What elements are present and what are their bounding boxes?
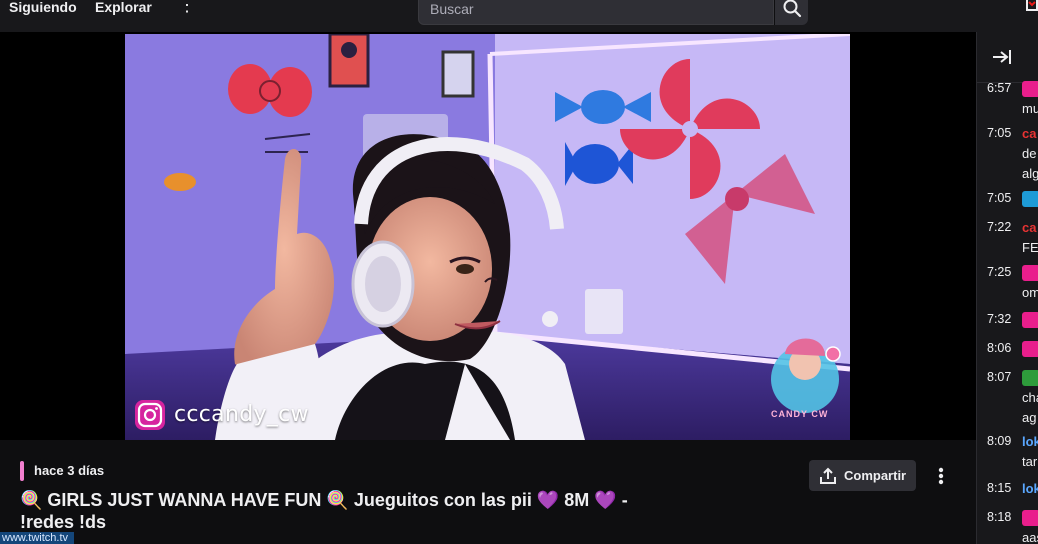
chat-username[interactable]: lok	[1022, 432, 1038, 451]
video-frame: cccandy_cw CANDY CW	[125, 34, 850, 440]
share-button[interactable]: Compartir	[809, 460, 916, 491]
chat-timestamp: 7:05	[987, 126, 1012, 140]
search-input[interactable]	[430, 1, 762, 17]
chat-username[interactable]: lok	[1022, 479, 1038, 498]
status-url: www.twitch.tv	[0, 532, 74, 544]
chat-timestamp: 8:18	[987, 510, 1012, 524]
chat-timestamp: 8:07	[987, 370, 1012, 384]
video-player[interactable]: cccandy_cw CANDY CW	[0, 32, 976, 440]
chat-timestamp: 8:09	[987, 434, 1012, 448]
heart-badge-icon	[1022, 265, 1038, 281]
chat-message-text: alg	[1022, 166, 1038, 181]
chat-timestamp: 8:06	[987, 341, 1012, 355]
share-icon	[820, 467, 836, 484]
chat-timestamp: 6:57	[987, 81, 1012, 95]
more-actions-icon[interactable]	[930, 462, 952, 490]
stream-scene	[125, 34, 850, 440]
nav-following-link[interactable]: Siguiendo	[9, 0, 77, 14]
chat-panel: 6:57 mu 7:05 ca de alg 7:05 7:22 ca FE 7…	[976, 32, 1038, 544]
top-nav-bar: Siguiendo Explorar ⋮	[0, 0, 1038, 32]
sword-badge-icon	[1022, 370, 1038, 386]
search-icon	[783, 0, 801, 17]
chat-timestamp: 7:05	[987, 191, 1012, 205]
collapse-chat-icon[interactable]	[989, 47, 1013, 67]
chat-message-text: om	[1022, 285, 1038, 300]
stream-title: 🍭 GIRLS JUST WANNA HAVE FUN 🍭 Jueguitos …	[20, 490, 628, 532]
heart-badge-icon	[1022, 341, 1038, 357]
inbox-icon[interactable]	[1026, 0, 1038, 12]
live-accent-bar	[20, 461, 24, 481]
chat-message-text: mu	[1022, 101, 1038, 116]
heart-badge-icon	[1022, 81, 1038, 97]
search-box	[418, 0, 774, 25]
chat-username[interactable]: ca	[1022, 218, 1036, 237]
instagram-handle-overlay: cccandy_cw	[174, 402, 309, 427]
search-button[interactable]	[774, 0, 808, 25]
nav-explore-link[interactable]: Explorar	[95, 0, 152, 14]
broadcast-date: hace 3 días	[34, 463, 105, 478]
chat-message-text: FE	[1022, 240, 1038, 255]
more-options-icon[interactable]: ⋮	[178, 0, 196, 16]
channel-logo-text: CANDY CW	[771, 409, 829, 419]
chat-timestamp: 8:15	[987, 481, 1012, 495]
heart-badge-icon	[1022, 312, 1038, 328]
stream-info-panel: hace 3 días 🍭 GIRLS JUST WANNA HAVE FUN …	[0, 440, 976, 544]
chat-timestamp: 7:25	[987, 265, 1012, 279]
chat-message-text: tar	[1022, 454, 1038, 469]
chat-message-text: ag	[1022, 410, 1037, 425]
chat-message-text: de	[1022, 146, 1037, 161]
share-button-label: Compartir	[844, 468, 907, 483]
heart-badge-icon	[1022, 510, 1038, 526]
chat-timestamp: 7:22	[987, 220, 1012, 234]
chat-message-text: aas	[1022, 530, 1038, 544]
chat-username[interactable]: ca	[1022, 124, 1036, 143]
chat-message-text: cha	[1022, 390, 1038, 405]
crown-badge-icon	[1022, 191, 1038, 207]
chat-timestamp: 7:32	[987, 312, 1012, 326]
